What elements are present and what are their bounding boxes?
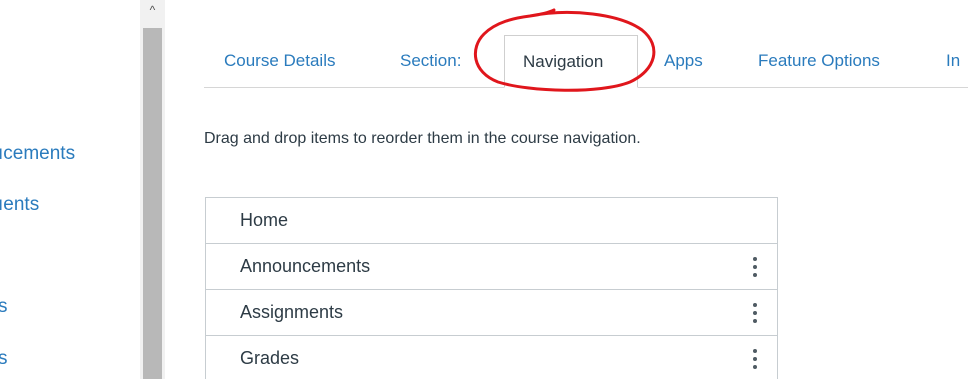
course-navigation-list: Home Announcements Assignments Grades [205, 197, 778, 379]
scroll-thumb[interactable] [143, 28, 162, 379]
nav-list-item-assignments[interactable]: Assignments [206, 290, 777, 336]
sidebar-scrollbar[interactable]: ^ [140, 0, 165, 379]
nav-list-item-announcements[interactable]: Announcements [206, 244, 777, 290]
tab-course-details[interactable]: Course Details [224, 35, 336, 87]
tab-integrations[interactable]: In [946, 35, 960, 87]
nav-list-item-grades[interactable]: Grades [206, 336, 777, 379]
left-nav-item-3[interactable]: s [0, 296, 8, 318]
left-nav-item-announcements[interactable]: ıcements [0, 143, 75, 165]
kebab-menu-icon[interactable] [749, 254, 761, 280]
navigation-instructions: Drag and drop items to reorder them in t… [204, 130, 641, 147]
tab-apps[interactable]: Apps [664, 35, 703, 87]
tab-navigation[interactable]: Navigation [504, 35, 638, 88]
nav-list-item-label: Grades [240, 348, 300, 368]
kebab-menu-icon[interactable] [749, 346, 761, 372]
nav-list-item-label: Home [240, 210, 289, 230]
settings-tabs: Course Details Section: Navigation Apps … [204, 35, 968, 89]
tab-feature-options[interactable]: Feature Options [758, 35, 880, 87]
nav-list-item-label: Assignments [240, 302, 344, 322]
scroll-up-arrow-icon[interactable]: ^ [145, 2, 160, 18]
left-nav-item-assignments[interactable]: ıents [0, 194, 39, 216]
course-nav-sidebar: ıcements ıents s s [0, 0, 140, 379]
kebab-menu-icon[interactable] [749, 300, 761, 326]
nav-list-item-home[interactable]: Home [206, 198, 777, 244]
nav-list-item-label: Announcements [240, 256, 371, 276]
left-nav-item-4[interactable]: s [0, 348, 8, 370]
settings-page: ıcements ıents s s ^ Course Details Sect… [0, 0, 968, 379]
tab-sections[interactable]: Section: [400, 35, 461, 87]
